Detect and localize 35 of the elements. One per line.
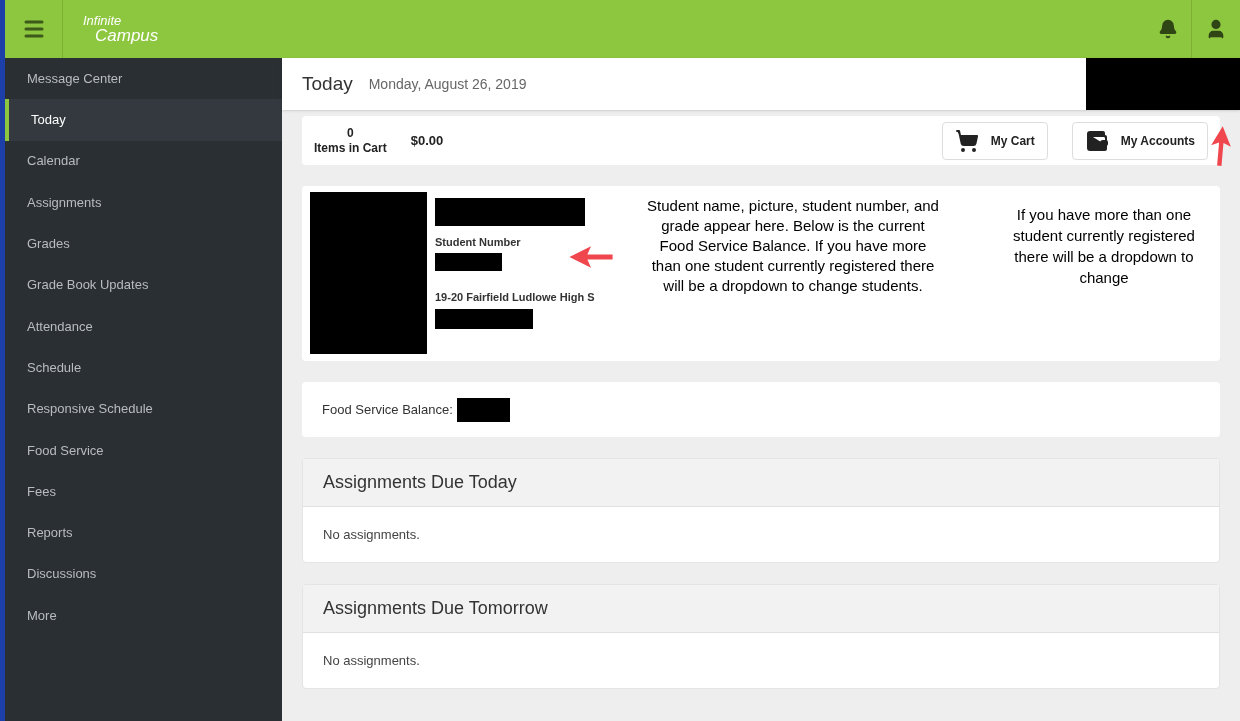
cart-count: 0 [347, 125, 354, 141]
student-number-label: Student Number [435, 235, 522, 250]
sidebar-item[interactable]: Attendance [5, 305, 282, 348]
annotation-text: Student name, picture, student number, and grade appear here. Below is the current Food Service Balance. If you have more than one student currently registered there will be a dropdown to change students. [646, 196, 940, 296]
sidebar-item[interactable]: Assignments [5, 181, 282, 224]
cart-button[interactable]: My Cart [941, 121, 1048, 160]
accounts-button[interactable]: My Accounts [1071, 121, 1208, 160]
school-name: 19-20 Fairfield Ludlowe High S [435, 289, 596, 305]
annotation-text: If you have more than one student currently registered there will be a dropdown to change [1012, 205, 1196, 288]
redaction-block [456, 397, 510, 422]
sidebar-item[interactable]: Grades [5, 223, 282, 265]
cart-total: $0.00 [410, 131, 444, 150]
sidebar-item[interactable]: Today [5, 99, 282, 141]
page-title: Today [302, 71, 353, 96]
section-title: Assignments Due Today [323, 471, 517, 494]
annotation-arrow [567, 245, 615, 269]
sidebar-item[interactable]: Schedule [5, 347, 282, 389]
sidebar-item[interactable]: Food Service [5, 429, 282, 471]
sidebar-item[interactable]: More [5, 594, 282, 637]
empty-message: No assignments. [323, 651, 420, 670]
food-balance-label: Food Service Balance: [322, 400, 453, 419]
sidebar-item[interactable]: Grade Book Updates [5, 264, 282, 306]
cart-icon [954, 128, 979, 153]
sidebar-item[interactable]: Fees [5, 470, 282, 513]
cart-count-label: Items in Cart [314, 140, 387, 156]
sidebar-item[interactable]: Responsive Schedule [5, 388, 282, 430]
sidebar-item[interactable]: Calendar [5, 140, 282, 182]
wallet-icon [1084, 128, 1109, 153]
empty-message: No assignments. [323, 525, 420, 544]
sidebar-item[interactable]: Message Center [5, 58, 282, 100]
sidebar-item[interactable]: Reports [5, 512, 282, 554]
page-date: Monday, August 26, 2019 [368, 74, 527, 94]
redaction-block [435, 252, 502, 271]
sidebar-item[interactable]: Discussions [5, 553, 282, 595]
section-title: Assignments Due Tomorrow [323, 597, 548, 620]
